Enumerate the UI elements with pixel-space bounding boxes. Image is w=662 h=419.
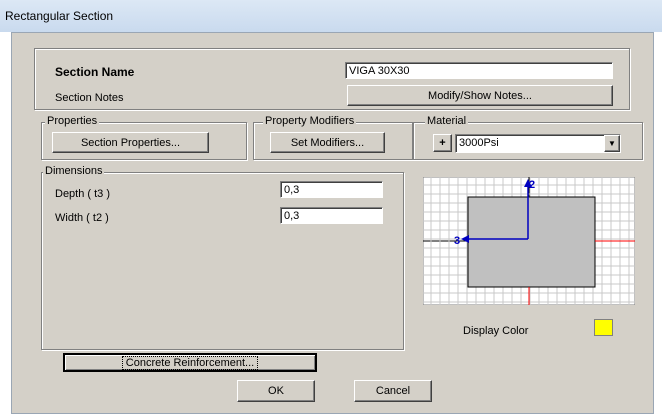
add-material-button[interactable]: + — [433, 134, 452, 152]
display-color-label: Display Color — [463, 325, 529, 337]
title-bar: Rectangular Section — [0, 0, 662, 32]
width-label: Width ( t2 ) — [55, 212, 109, 224]
dialog-body: Section Name Section Notes Modify/Show N… — [11, 32, 654, 414]
display-color-swatch[interactable] — [594, 319, 613, 336]
concrete-reinforcement-button[interactable]: Concrete Reinforcement... — [63, 353, 317, 372]
properties-group-label: Properties — [45, 115, 100, 127]
section-preview: 2 3 — [423, 177, 635, 305]
section-shape — [467, 196, 596, 288]
axis-2-label: 2 — [529, 179, 535, 191]
cancel-button[interactable]: Cancel — [354, 380, 432, 402]
depth-input[interactable] — [280, 181, 383, 198]
section-properties-button[interactable]: Section Properties... — [52, 132, 209, 153]
section-name-label: Section Name — [55, 65, 135, 79]
dimensions-group-label: Dimensions — [43, 165, 105, 177]
material-select[interactable]: 3000Psi ▼ — [455, 134, 621, 153]
ok-button[interactable]: OK — [237, 380, 315, 402]
property-modifiers-group-label: Property Modifiers — [263, 115, 357, 127]
window-title: Rectangular Section — [5, 9, 114, 23]
depth-label: Depth ( t3 ) — [55, 188, 111, 200]
modify-notes-button[interactable]: Modify/Show Notes... — [347, 85, 613, 106]
axis-3-label: 3 — [454, 235, 460, 247]
concrete-reinforcement-button-label: Concrete Reinforcement... — [121, 355, 259, 370]
material-select-value: 3000Psi — [459, 137, 499, 149]
material-group-label: Material — [425, 115, 469, 127]
section-notes-label: Section Notes — [55, 92, 124, 104]
dropdown-arrow-icon[interactable]: ▼ — [604, 135, 620, 152]
set-modifiers-button[interactable]: Set Modifiers... — [270, 132, 385, 153]
width-input[interactable] — [280, 207, 383, 224]
section-name-input[interactable] — [345, 62, 613, 79]
